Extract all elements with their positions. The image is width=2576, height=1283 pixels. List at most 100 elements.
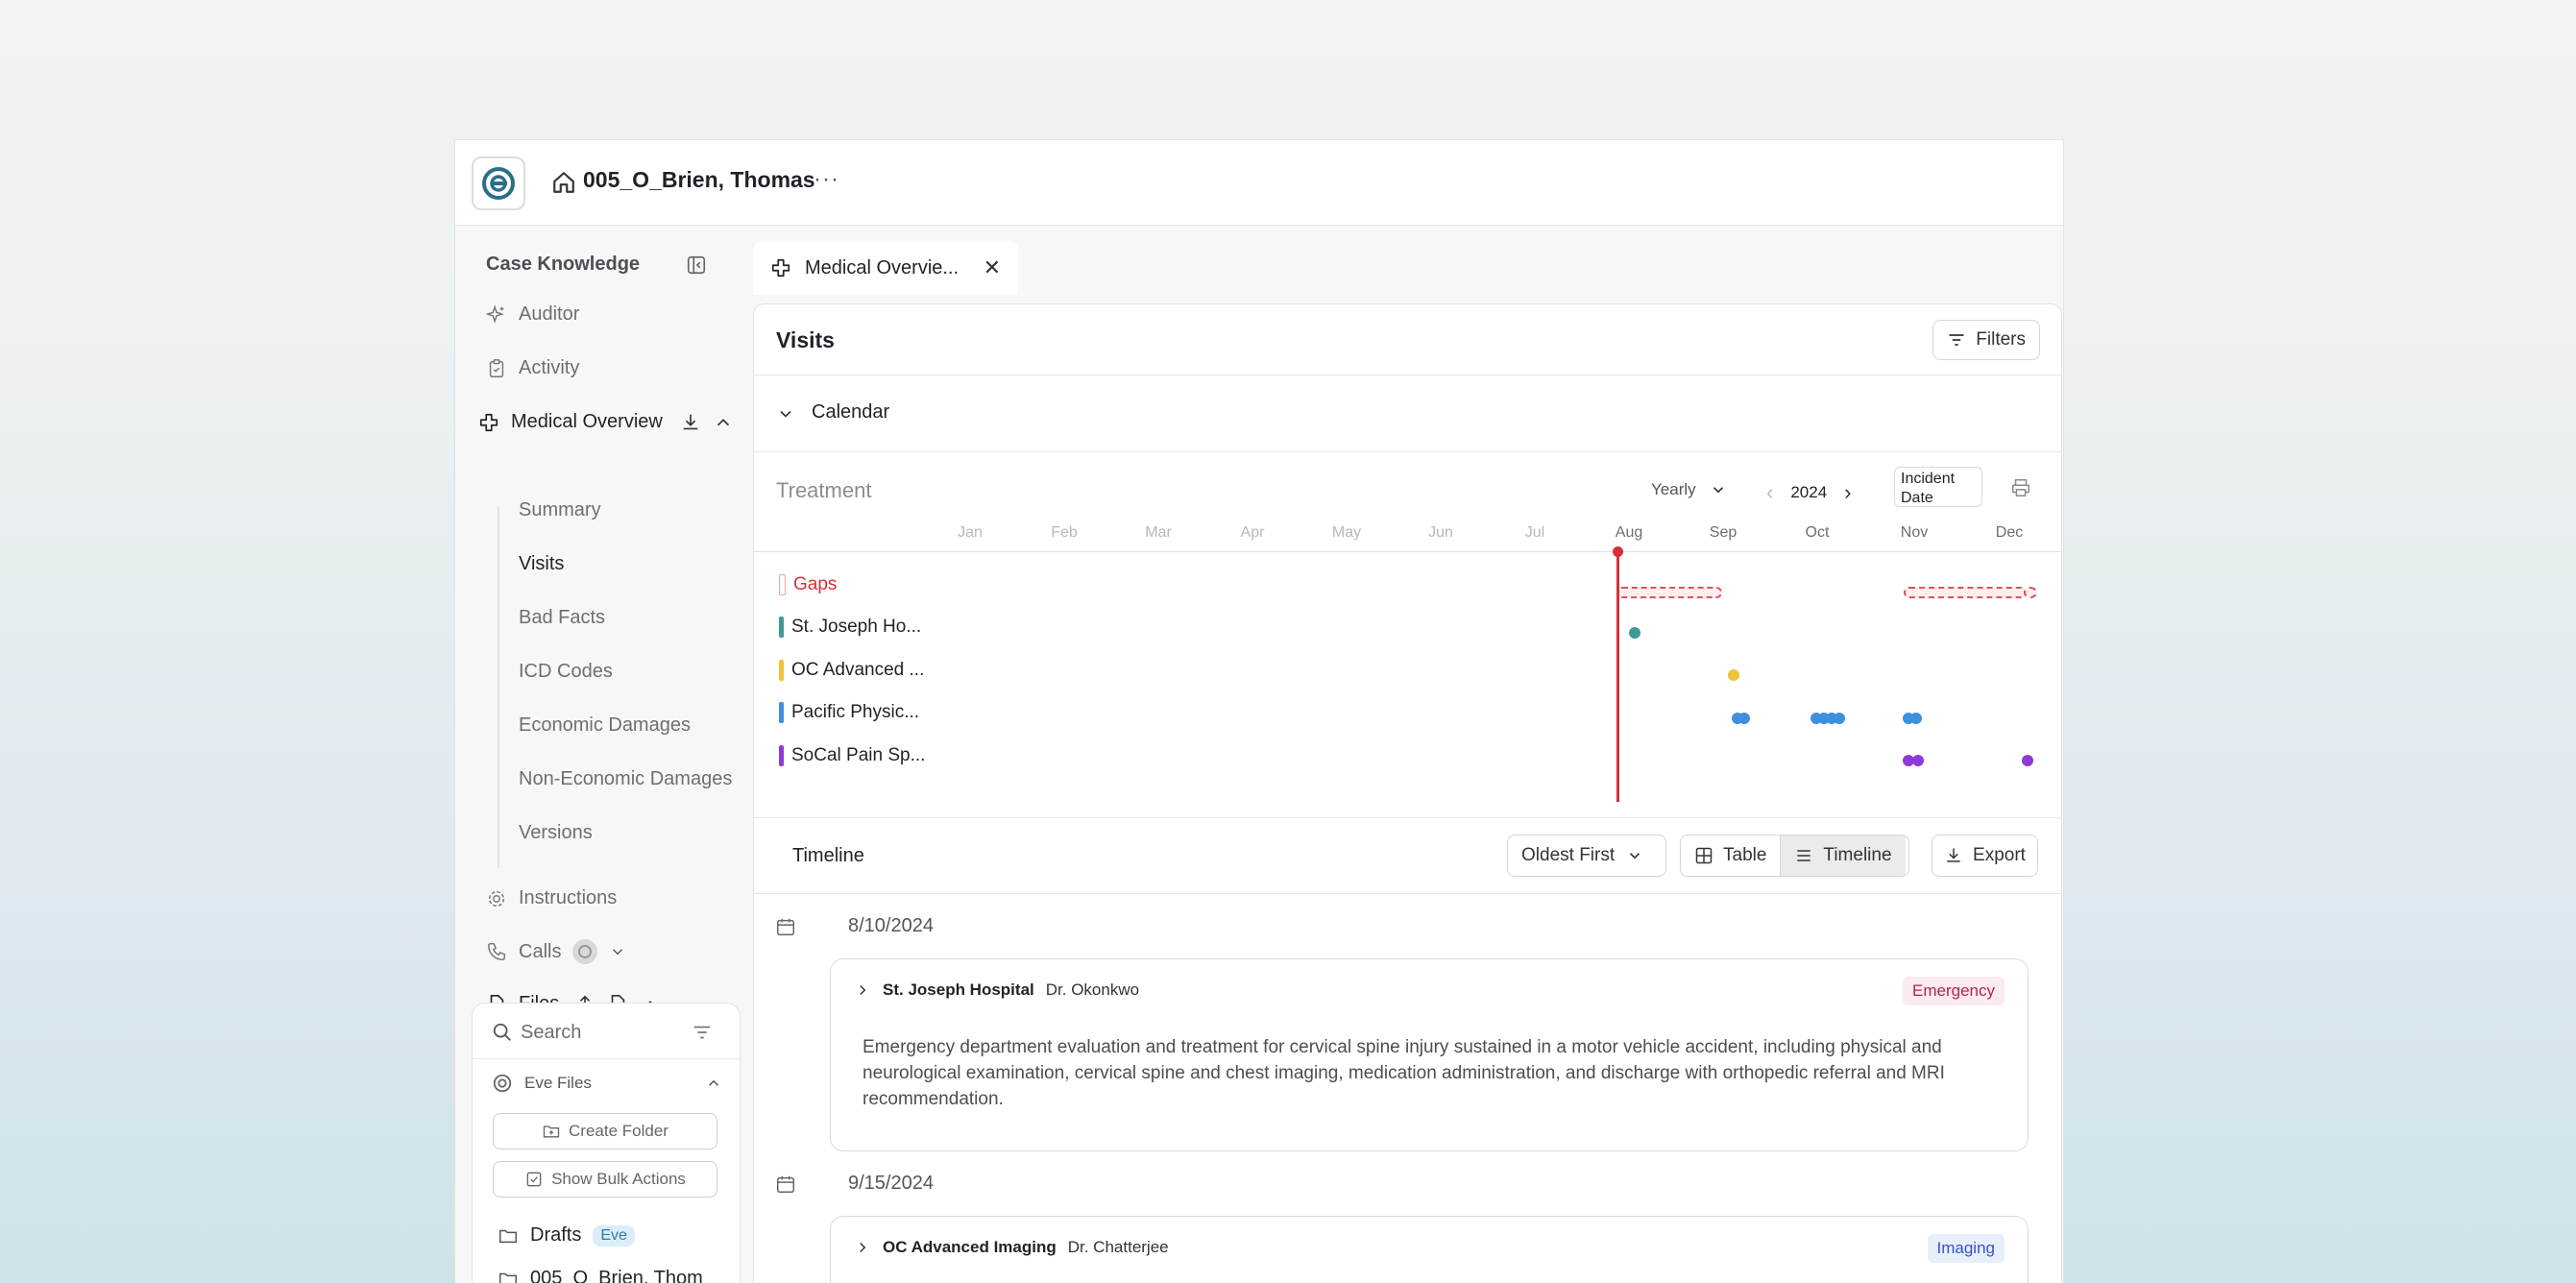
submenu-item-non-economic-damages[interactable]: Non-Economic Damages: [519, 768, 732, 790]
previous-year-icon[interactable]: ‹: [1766, 480, 1773, 505]
gaps-label: Gaps: [793, 574, 838, 594]
chevron-down-icon[interactable]: [609, 943, 626, 960]
month-label: Dec: [1995, 524, 2024, 541]
sidebar-item-calls[interactable]: Calls: [486, 939, 626, 964]
file-search-row: [473, 1004, 740, 1059]
incident-date-toggle[interactable]: Incident Date: [1894, 467, 1982, 507]
provider-color-swatch: [779, 702, 784, 723]
visit-dot[interactable]: [1738, 713, 1750, 724]
month-label: Mar: [1145, 524, 1172, 541]
visit-card[interactable]: OC Advanced Imaging Dr. Chatterjee Imagi…: [830, 1216, 2029, 1283]
doctor-name: Dr. Chatterjee: [1067, 1238, 1169, 1256]
export-button[interactable]: Export: [1932, 835, 2038, 877]
visit-dot[interactable]: [1912, 755, 1924, 766]
provider-color-swatch: [779, 745, 784, 766]
gap-range[interactable]: [1904, 587, 2027, 598]
visits-header: Visits Filters: [754, 304, 2061, 375]
phone-icon: [488, 943, 505, 960]
sidebar-item-label: Medical Overview: [511, 411, 663, 432]
chevron-up-icon[interactable]: [713, 412, 734, 433]
visit-dot[interactable]: [1910, 713, 1922, 724]
gaps-legend-swatch: [779, 574, 786, 595]
folder-badge: Eve: [593, 1224, 635, 1247]
more-options-icon[interactable]: ···: [814, 166, 839, 193]
folder-name: 005_O_Brien, Thom: [530, 1268, 703, 1283]
submenu-item-visits[interactable]: Visits: [519, 553, 564, 575]
provider-row-label[interactable]: SoCal Pain Sp...: [779, 745, 925, 766]
gap-range[interactable]: [2024, 587, 2037, 598]
gear-icon: [488, 890, 505, 907]
sidebar-item-instructions[interactable]: Instructions: [486, 887, 617, 909]
submenu-item-versions[interactable]: Versions: [519, 822, 593, 844]
period-select[interactable]: Yearly: [1651, 480, 1727, 499]
provider-name: St. Joseph Ho...: [791, 617, 922, 637]
provider-color-swatch: [779, 660, 784, 681]
sidebar-item-label: Auditor: [519, 303, 580, 325]
record-icon[interactable]: [572, 939, 598, 964]
create-folder-button[interactable]: Create Folder: [493, 1113, 717, 1150]
incident-date-marker: [1616, 551, 1619, 802]
eve-files-label: Eve Files: [524, 1074, 592, 1092]
folder-icon: [499, 1229, 517, 1243]
provider-row-label[interactable]: St. Joseph Ho...: [779, 617, 921, 638]
chevron-down-icon[interactable]: [776, 404, 795, 424]
submenu-item-bad-facts[interactable]: Bad Facts: [519, 607, 605, 629]
eve-files-section[interactable]: Eve Files: [492, 1073, 722, 1094]
calendar-label: Calendar: [812, 401, 890, 423]
visit-dot[interactable]: [1629, 627, 1640, 639]
file-search-input[interactable]: [521, 1017, 684, 1048]
treatment-timeline-chart: Jan Feb Mar Apr May Jun Jul Aug Sep Oct …: [754, 511, 2061, 802]
filters-label: Filters: [1976, 329, 2026, 350]
show-bulk-actions-button[interactable]: Show Bulk Actions: [493, 1161, 717, 1198]
collapse-sidebar-icon[interactable]: [686, 254, 707, 276]
folder-row[interactable]: 005_O_Brien, Thom: [498, 1268, 703, 1283]
folder-row[interactable]: Drafts Eve: [498, 1224, 635, 1247]
chevron-right-icon[interactable]: [854, 1239, 871, 1256]
table-view-button[interactable]: Table: [1681, 835, 1780, 876]
visit-card[interactable]: St. Joseph Hospital Dr. Okonkwo Emergenc…: [830, 958, 2029, 1151]
sidebar-item-medical-overview[interactable]: Medical Overview: [478, 411, 734, 433]
year-navigator: ‹ 2024 ›: [1766, 480, 1851, 505]
provider-name: OC Advanced ...: [791, 660, 925, 680]
filters-button[interactable]: Filters: [1932, 320, 2040, 360]
submenu-item-summary[interactable]: Summary: [519, 499, 601, 521]
gap-range[interactable]: [1616, 587, 1722, 598]
view-toggle: Table Timeline: [1680, 835, 1909, 877]
period-select-value: Yearly: [1651, 480, 1696, 498]
top-bar: 005_O_Brien, Thomas ···: [455, 140, 2063, 226]
app-logo[interactable]: [472, 157, 525, 210]
chevron-down-icon: [1630, 853, 1640, 859]
calendar-icon: [777, 918, 794, 935]
submenu-item-economic-damages[interactable]: Economic Damages: [519, 714, 691, 737]
filter-icon[interactable]: [692, 1022, 713, 1043]
sidebar-item-label: Instructions: [519, 887, 618, 908]
facility-name: St. Joseph Hospital: [883, 980, 1034, 999]
sidebar-item-activity[interactable]: Activity: [486, 357, 579, 379]
files-panel: Eve Files Create Folder Show Bulk Action…: [472, 1003, 741, 1283]
visit-dot[interactable]: [2022, 755, 2033, 766]
next-year-icon[interactable]: ›: [1844, 480, 1851, 505]
timeline-date-row: 9/15/2024: [775, 1173, 934, 1195]
download-icon[interactable]: [680, 412, 701, 433]
provider-row-label[interactable]: Pacific Physic...: [779, 702, 919, 723]
provider-row-label[interactable]: OC Advanced ...: [779, 660, 924, 681]
sidebar-item-auditor[interactable]: Auditor: [486, 303, 579, 326]
chevron-right-icon[interactable]: [854, 981, 871, 999]
timeline-view-button[interactable]: Timeline: [1780, 835, 1906, 876]
print-icon[interactable]: [2010, 477, 2031, 498]
visit-dot[interactable]: [1834, 713, 1845, 724]
calendar-section-header[interactable]: Calendar: [754, 375, 2061, 452]
provider-color-swatch: [779, 617, 784, 638]
case-title: 005_O_Brien, Thomas: [583, 167, 815, 192]
incident-date-marker-dot: [1613, 546, 1623, 557]
chevron-up-icon[interactable]: [705, 1075, 722, 1092]
submenu-item-icd-codes[interactable]: ICD Codes: [519, 661, 613, 683]
visit-dot[interactable]: [1728, 669, 1739, 681]
home-icon[interactable]: [551, 170, 576, 195]
eve-logo-icon: [493, 1074, 512, 1093]
close-icon[interactable]: ✕: [984, 255, 1001, 280]
export-label: Export: [1973, 845, 2026, 865]
sort-select[interactable]: Oldest First: [1507, 835, 1666, 877]
month-label: Sep: [1709, 524, 1738, 541]
tab-medical-overview[interactable]: Medical Overvie... ✕: [753, 241, 1018, 295]
